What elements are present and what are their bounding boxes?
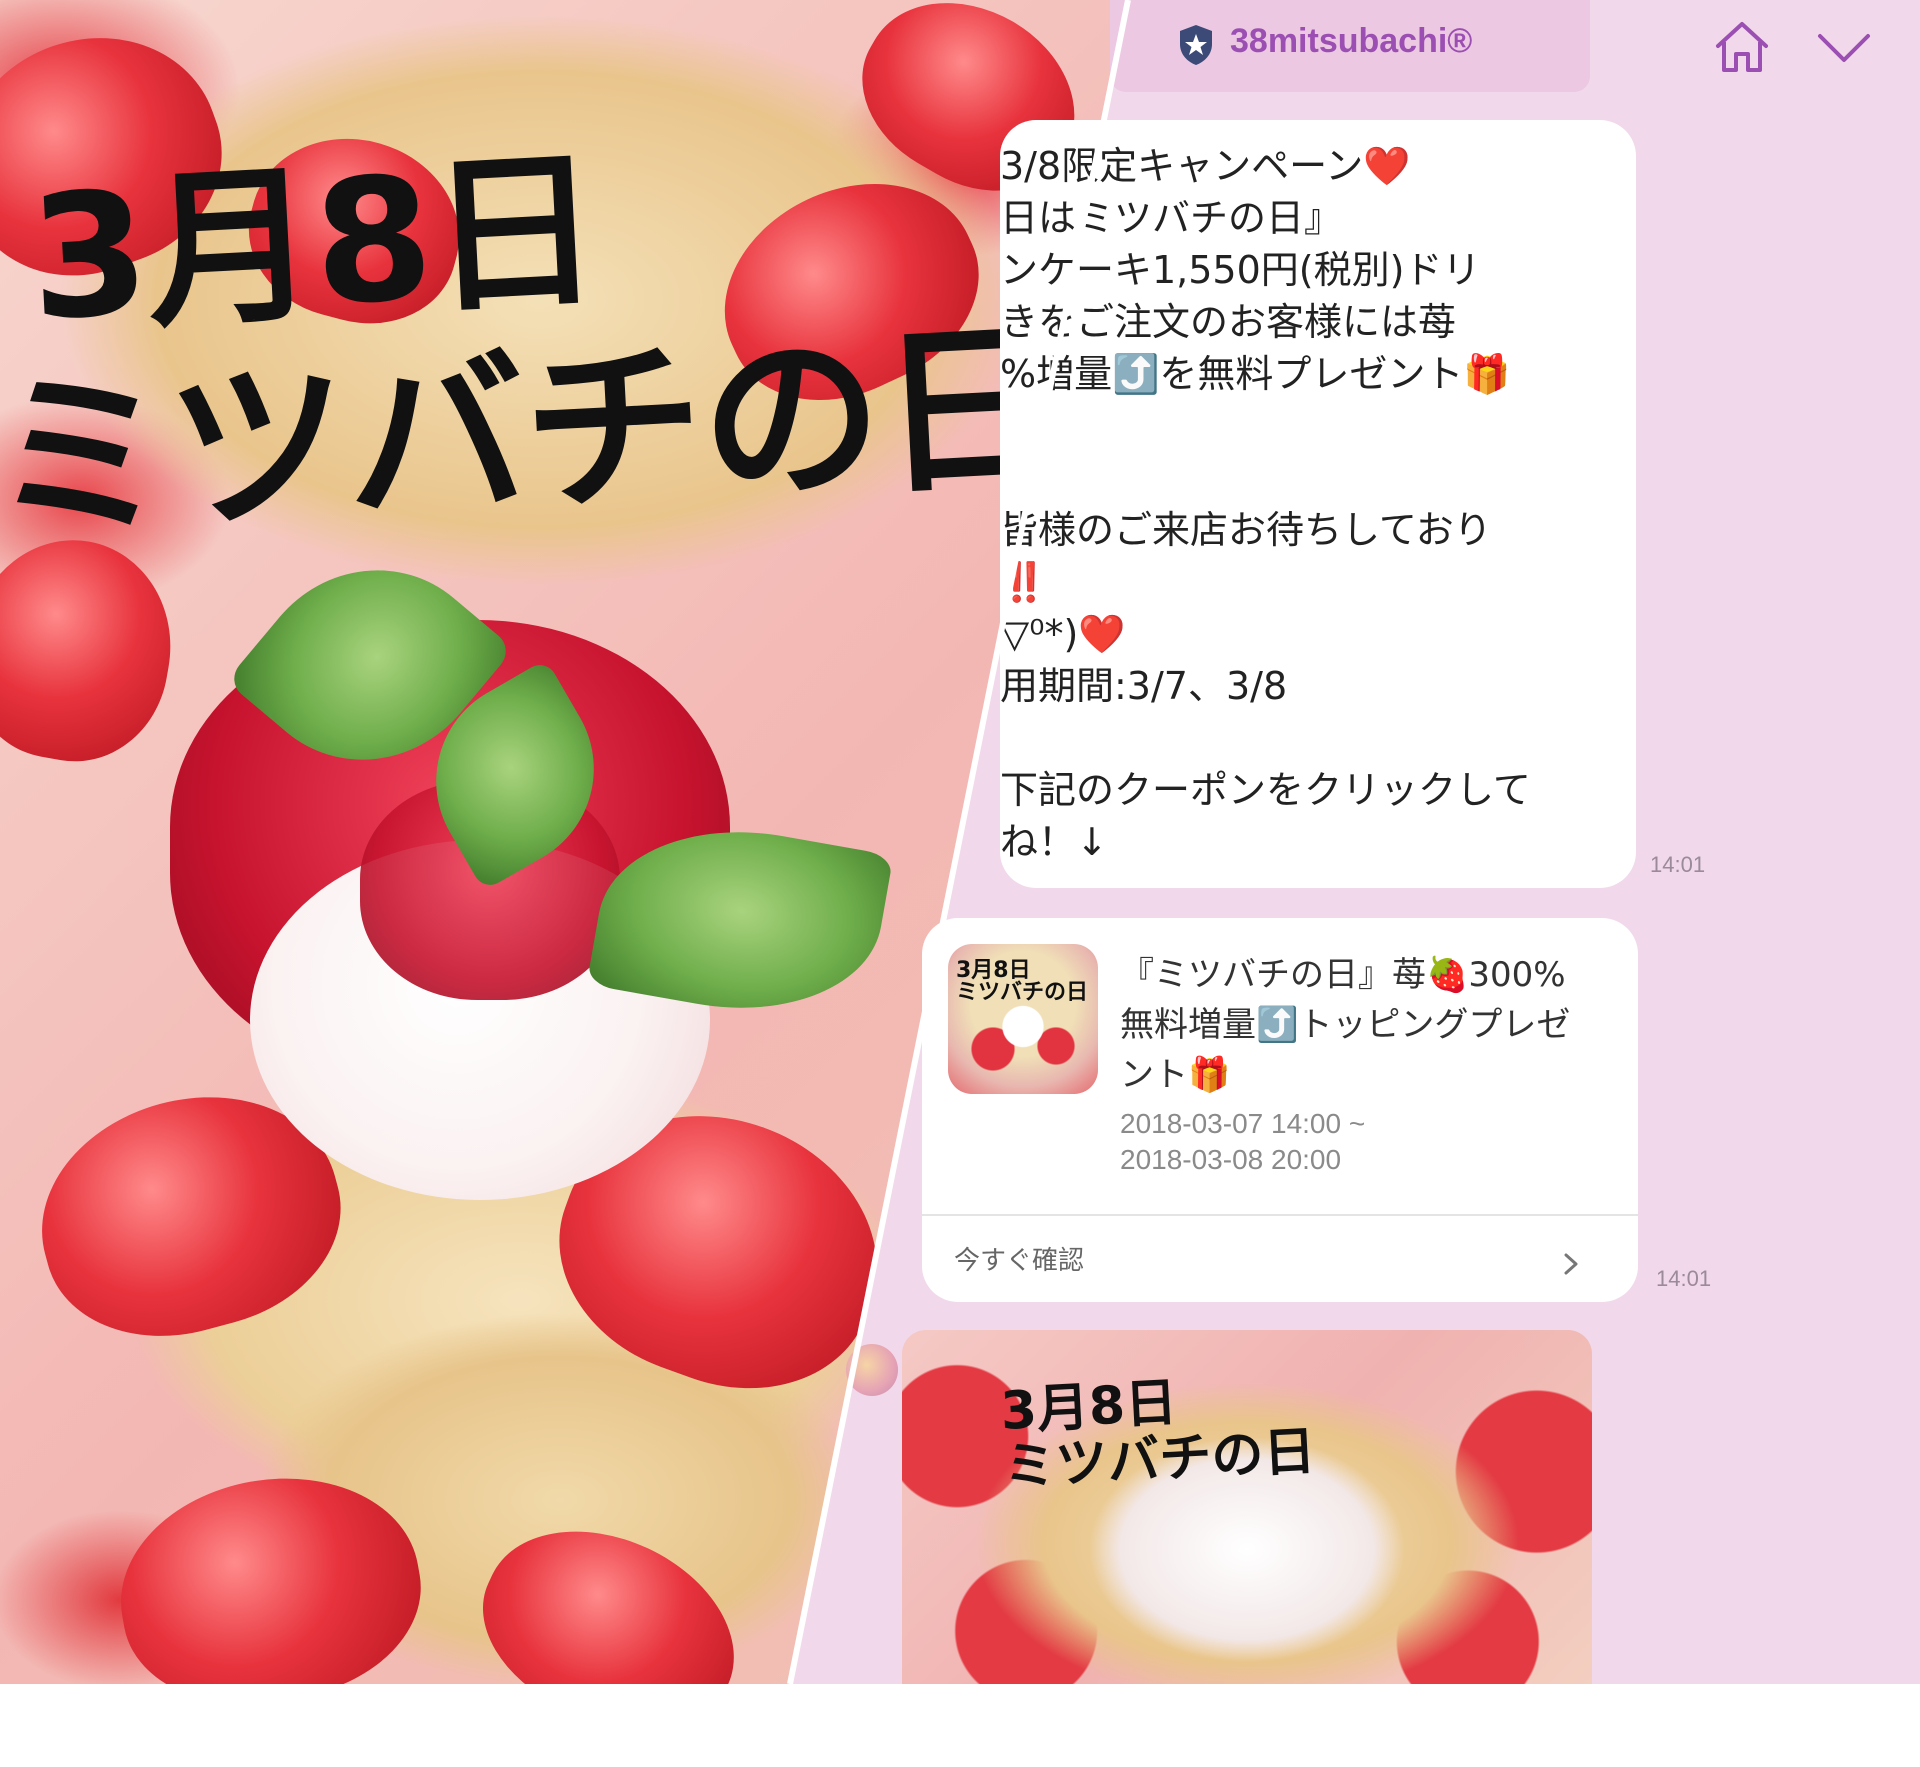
coupon-thumbnail[interactable]: 3月8日 ミツバチの日 xyxy=(948,944,1098,1094)
promo-date: 3月8日 xyxy=(25,131,604,359)
avatar[interactable] xyxy=(846,1344,898,1396)
chevron-down-icon[interactable] xyxy=(1816,28,1872,68)
confirm-now-link[interactable]: 今すぐ確認 xyxy=(954,1240,1084,1277)
home-icon[interactable] xyxy=(1712,20,1772,74)
promo-event-name: ミツバチの日 xyxy=(0,302,1063,567)
strawberry-decoration xyxy=(103,1455,437,1684)
shield-icon xyxy=(1180,25,1212,65)
divider xyxy=(922,1214,1638,1216)
coupon-title[interactable]: 『ミツバチの日』苺🍓300% 無料増量⤴️トッピングプレゼ ント🎁 xyxy=(1120,950,1620,1100)
coupon-validity-period: 2018-03-07 14:00 ~ 2018-03-08 20:00 xyxy=(1120,1108,1366,1175)
campaign-message-text: 3/8限定キャンペーン❤️ 日はミツバチの日』 ンケーキ1,550円(税別)ドリ… xyxy=(1000,144,1531,864)
chevron-right-icon[interactable] xyxy=(1562,1252,1580,1276)
message-timestamp: 14:01 xyxy=(1650,852,1706,877)
account-name[interactable]: 38mitsubachi® xyxy=(1230,22,1472,61)
strawberry-decoration xyxy=(454,1493,766,1684)
message-image[interactable]: 3月8日 ミツバチの日 xyxy=(902,1330,1592,1684)
coupon-thumbnail-text: 3月8日 ミツバチの日 xyxy=(956,958,1089,1005)
message-timestamp: 14:01 xyxy=(1656,1266,1712,1291)
message-image-title: 3月8日 ミツバチの日 xyxy=(999,1372,1317,1498)
